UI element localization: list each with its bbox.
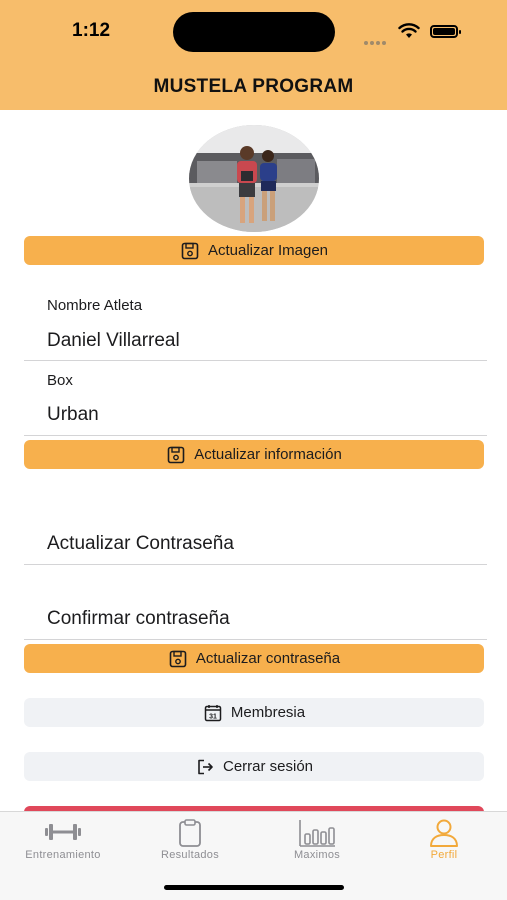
home-indicator (164, 885, 344, 890)
tab-label: Perfil (430, 849, 458, 861)
clipboard-icon (179, 819, 201, 847)
tab-label: Maximos (293, 849, 341, 861)
update-password-button[interactable]: Actualizar contraseña (24, 644, 484, 673)
tab-entrenamiento[interactable]: Entrenamiento (0, 812, 126, 872)
calendar-icon: 31 (204, 704, 222, 721)
page-title: MUSTELA PROGRAM (153, 76, 354, 97)
bar-chart-icon (299, 820, 335, 847)
divider (24, 360, 487, 361)
logout-button[interactable]: Cerrar sesión (24, 752, 484, 781)
athlete-name-field[interactable]: Daniel Villarreal (47, 330, 180, 352)
tab-label: Entrenamiento (25, 849, 101, 861)
svg-text:31: 31 (209, 713, 217, 720)
athlete-name-label: Nombre Atleta (47, 297, 143, 314)
membership-label: Membresia (230, 704, 306, 721)
box-label: Box (47, 372, 73, 389)
dynamic-island (173, 12, 335, 52)
membership-button[interactable]: 31 Membresia (24, 698, 484, 727)
tab-resultados[interactable]: Resultados (127, 812, 253, 872)
update-image-button[interactable]: Actualizar Imagen (24, 236, 484, 265)
battery-icon (430, 25, 461, 38)
save-icon (181, 242, 199, 259)
save-icon (169, 650, 187, 667)
wifi-icon (398, 23, 420, 38)
password-field[interactable]: Actualizar Contraseña (47, 533, 234, 555)
cellular-signal-icon (364, 32, 390, 45)
divider (24, 435, 487, 436)
app-header: 1:12 MUSTELA PROGRAM (0, 0, 507, 110)
save-icon (167, 446, 185, 463)
tab-maximos[interactable]: Maximos (254, 812, 380, 872)
status-time: 1:12 (72, 20, 111, 41)
profile-photo-image (189, 125, 319, 232)
confirm-password-field[interactable]: Confirmar contraseña (47, 608, 230, 630)
profile-photo[interactable] (189, 125, 319, 232)
update-info-button[interactable]: Actualizar información (24, 440, 484, 469)
divider (24, 639, 487, 640)
divider (24, 564, 487, 565)
box-field[interactable]: Urban (47, 404, 99, 426)
tab-label: Resultados (160, 849, 220, 861)
logout-label: Cerrar sesión (222, 758, 314, 775)
person-icon (430, 819, 458, 847)
dumbbell-icon (45, 824, 81, 840)
tab-perfil[interactable]: Perfil (381, 812, 507, 872)
update-info-label: Actualizar información (194, 446, 342, 463)
update-image-label: Actualizar Imagen (207, 242, 329, 259)
update-password-label: Actualizar contraseña (195, 650, 341, 667)
logout-icon (198, 759, 213, 774)
